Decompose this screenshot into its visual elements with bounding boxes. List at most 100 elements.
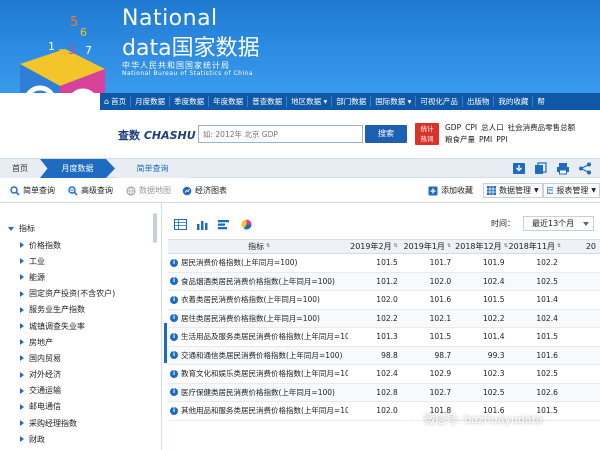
pie-chart-icon[interactable] — [240, 219, 253, 230]
col-header-indicator[interactable]: 指标 ⇅ — [168, 240, 348, 253]
time-range-select[interactable]: 最近13个月 — [523, 216, 594, 231]
indicator-name: 居民消费价格指数(上年同月=100) — [181, 258, 298, 268]
tree-item[interactable]: 采购经理指数 — [20, 415, 160, 431]
tree-item[interactable]: 国内贸易 — [20, 350, 160, 366]
tab-home[interactable]: 首页 — [0, 159, 40, 178]
chevron-down-icon — [583, 222, 589, 226]
info-icon[interactable]: i — [170, 314, 178, 323]
indicator-cell: i 食品烟酒类居民消费价格指数(上年同月=100) — [168, 276, 348, 287]
tab-simple-query[interactable]: 简单查询 — [115, 159, 190, 178]
info-icon[interactable]: i — [170, 369, 178, 378]
bar-chart-icon[interactable] — [196, 219, 209, 230]
data-map-button[interactable]: 数据地图 — [126, 184, 171, 197]
tree-item[interactable]: 固定资产投资(不含农户) — [20, 286, 160, 302]
value-cell: 101.3 — [376, 332, 398, 342]
copy-icon[interactable] — [534, 162, 548, 175]
info-icon[interactable]: i — [170, 388, 178, 397]
nav-help[interactable]: 帮 — [533, 96, 549, 107]
tree-item[interactable]: 对外经济 — [20, 367, 160, 383]
info-icon[interactable]: i — [170, 351, 178, 360]
info-icon[interactable]: i — [170, 406, 178, 415]
search-button[interactable]: 搜索 — [365, 125, 407, 143]
nav-regional[interactable]: 地区数据 ▾ — [287, 96, 333, 107]
nav-home-label: 首页 — [111, 97, 127, 106]
hot-word-link[interactable]: CPI — [465, 123, 477, 132]
print-icon[interactable] — [556, 162, 570, 175]
tree-item[interactable]: 服务业生产指数 — [20, 302, 160, 318]
search-strip: 查数 CHASHU 搜索 统计热词 GDP CPI 总人口社会消费品零售总额粮食产量… — [100, 110, 600, 158]
search-input[interactable] — [198, 125, 363, 143]
indicator-cell: i 居住类居民消费价格指数(上年同月=100) — [168, 313, 348, 324]
col-header-label: 20 — [585, 242, 597, 251]
indicator-cell: i 教育文化和娱乐类居民消费价格指数(上年同月=100) — [168, 368, 348, 379]
economic-chart-button[interactable]: 经济图表 — [182, 184, 227, 197]
value-cell: 102.0 — [429, 276, 452, 286]
horizontal-bar-icon[interactable] — [218, 219, 231, 230]
nav-annual[interactable]: 年度数据 — [209, 96, 249, 107]
tree-item[interactable]: 交通运输 — [20, 383, 160, 399]
value-cell: 102.4 — [483, 276, 505, 286]
table-row[interactable]: i 居民消费价格指数(上年同月=100) 101.5 101.7 101.9 102.2 — [168, 254, 600, 273]
col-header-period[interactable]: 2019年1月 ⇅ — [402, 240, 455, 253]
table-row[interactable]: i 居住类居民消费价格指数(上年同月=100) 102.2 102.1 102.2 102… — [168, 309, 600, 328]
value-cell: 101.4 — [483, 332, 505, 342]
share-icon[interactable] — [578, 162, 592, 175]
table-row[interactable]: i 医疗保健类居民消费价格指数(上年同月=100) 102.8 102.7 102.5 1… — [168, 383, 600, 402]
nav-visualization[interactable]: 可视化产品 — [416, 96, 463, 107]
value-cell: 102.2 — [483, 313, 505, 323]
tree-item[interactable]: 工业 — [20, 253, 160, 269]
hot-word-link[interactable]: 粮食产量 — [445, 135, 475, 144]
report-manage-dropdown[interactable]: 报表管理 ▼ — [543, 183, 600, 198]
hot-word-link[interactable]: GDP — [445, 123, 461, 132]
nav-quarterly[interactable]: 季度数据 — [170, 96, 210, 107]
search-icon — [10, 185, 20, 196]
tab-monthly[interactable]: 月度数据 — [40, 159, 115, 178]
nav-monthly[interactable]: 月度数据 — [131, 96, 171, 107]
col-header-period[interactable]: 2018年11月 ⇅ — [509, 240, 562, 253]
hot-word-link[interactable]: PPI — [496, 135, 507, 144]
caret-right-icon — [20, 258, 24, 265]
nav-home[interactable]: ⌂ 首页 — [100, 96, 132, 107]
value-cell: 102.8 — [376, 387, 398, 397]
tree-item-label: 房地产 — [29, 337, 53, 347]
tree-item[interactable]: 邮电通信 — [20, 399, 160, 415]
advanced-query-button[interactable]: 高级查询 — [68, 184, 113, 197]
nav-census[interactable]: 普查数据 — [248, 96, 288, 107]
tree-item[interactable]: 房地产 — [20, 334, 160, 350]
table-row[interactable]: i 食品烟酒类居民消费价格指数(上年同月=100) 101.2 102.0 102.4 1… — [168, 272, 600, 291]
table-row[interactable]: i 交通和通信类居民消费价格指数(上年同月=100) 98.8 98.7 99.3 101… — [168, 346, 600, 365]
col-header-period[interactable]: 2019年2月 ⇅ — [348, 240, 401, 253]
data-manage-dropdown[interactable]: 数据管理 ▼ — [483, 183, 543, 198]
tree-root[interactable]: 指标 — [8, 223, 35, 234]
tree-item[interactable]: 财政 — [20, 431, 160, 447]
table-view-icon[interactable] — [174, 219, 187, 230]
data-map-label: 数据地图 — [139, 186, 171, 195]
add-favorite-button[interactable]: 添加收藏 — [428, 184, 473, 197]
table-row[interactable]: i 衣着类居民消费价格指数(上年同月=100) 102.0 101.6 101.5 101… — [168, 291, 600, 310]
info-icon[interactable]: i — [170, 332, 178, 341]
info-icon[interactable]: i — [170, 258, 178, 267]
nav-international[interactable]: 国际数据 ▾ — [371, 96, 417, 107]
table-row[interactable]: i 教育文化和娱乐类居民消费价格指数(上年同月=100) 102.4 102.9 102… — [168, 365, 600, 384]
nav-favorites[interactable]: 我的收藏 — [494, 96, 534, 107]
toolbar: 简单查询 高级查询 数据地图 经济图表 添加收藏 数据管理 ▼ 报表管理 ▼ — [0, 178, 600, 203]
tree-item[interactable]: 城镇调查失业率 — [20, 318, 160, 334]
hot-word-link[interactable]: 社会消费品零售总额 — [508, 123, 576, 132]
table-row[interactable]: i 生活用品及服务类居民消费价格指数(上年同月=100) 101.3 101.5 101… — [168, 328, 600, 347]
caret-right-icon — [20, 306, 24, 313]
tree-item[interactable]: 能源 — [20, 269, 160, 285]
hot-word-link[interactable]: PMI — [479, 135, 492, 144]
simple-query-button[interactable]: 简单查询 — [10, 184, 55, 197]
indicator-name: 生活用品及服务类居民消费价格指数(上年同月=100) — [181, 332, 349, 342]
download-icon[interactable] — [512, 162, 526, 175]
chart-icon — [182, 186, 192, 195]
info-icon[interactable]: i — [170, 277, 178, 286]
info-icon[interactable]: i — [170, 295, 178, 304]
hot-word-link[interactable]: 总人口 — [481, 123, 504, 132]
col-header-period[interactable]: 2018年12月 ⇅ — [455, 240, 508, 253]
nav-department[interactable]: 部门数据 — [332, 96, 372, 107]
col-header-period[interactable]: 20 — [562, 240, 600, 253]
tree-item[interactable]: 价格指数 — [20, 237, 160, 253]
value-cell: 101.5 — [483, 295, 505, 305]
nav-publications[interactable]: 出版物 — [463, 96, 495, 107]
